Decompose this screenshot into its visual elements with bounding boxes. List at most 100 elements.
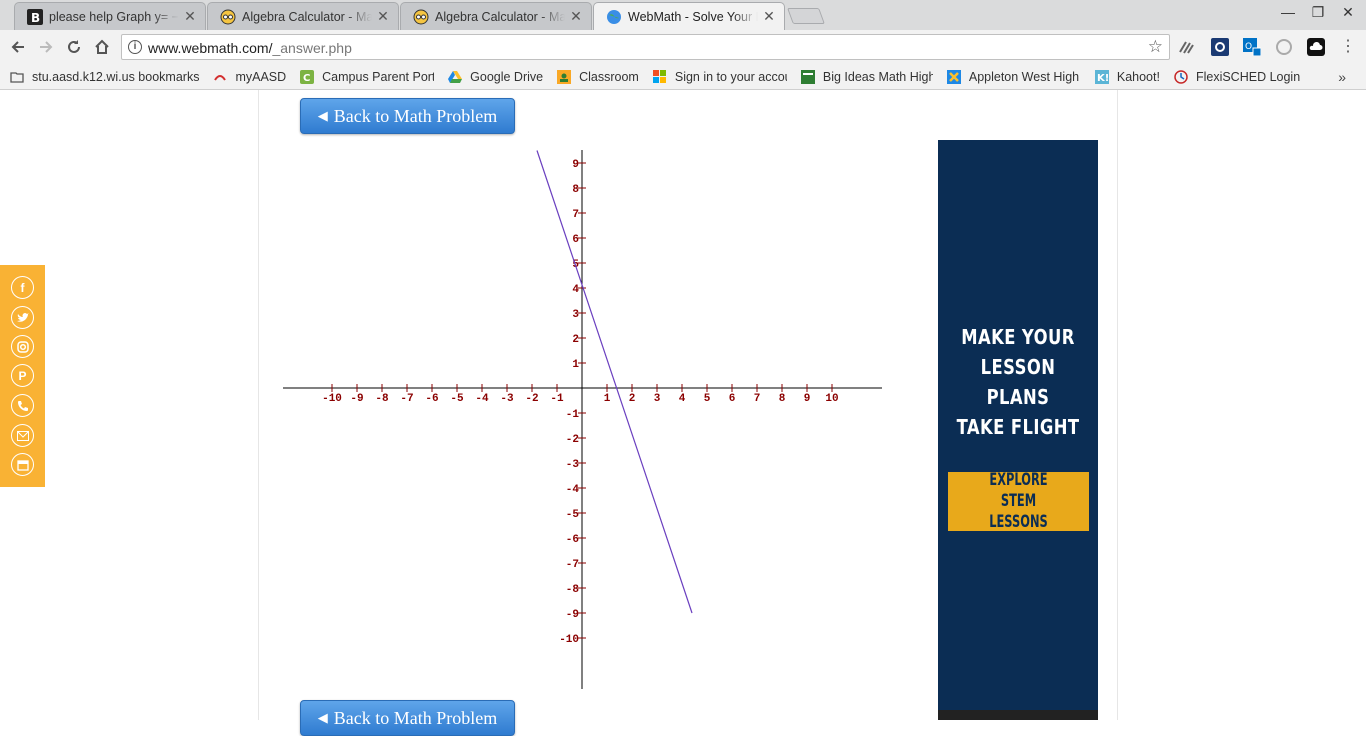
microsoft-icon — [652, 69, 666, 83]
phone-icon[interactable] — [11, 394, 34, 417]
close-icon[interactable]: ✕ — [183, 8, 197, 25]
x-tick-label: 5 — [704, 393, 711, 405]
kahoot-icon: K! — [1094, 69, 1109, 84]
more-bookmarks-icon[interactable]: » — [1338, 69, 1346, 85]
advertisement[interactable]: MAKE YOUR LESSON PLANS TAKE FLIGHT EXPLO… — [938, 140, 1098, 720]
tab-title: please help Graph y= −3 — [49, 9, 179, 24]
bookmark-item[interactable]: myAASD — [213, 70, 286, 84]
y-tick-label: 6 — [572, 234, 579, 246]
reload-icon[interactable] — [65, 38, 83, 56]
globe-icon — [607, 9, 621, 24]
x-tick-label: 10 — [825, 393, 838, 405]
close-icon[interactable]: ✕ — [376, 8, 390, 25]
cloud-icon[interactable] — [1307, 38, 1325, 56]
new-tab-button[interactable] — [787, 8, 825, 24]
social-share-bar: f P — [0, 265, 45, 487]
bookmark-item[interactable]: Google Drive — [448, 70, 543, 84]
pinterest-icon[interactable]: P — [11, 364, 34, 387]
x-tick-label: -2 — [525, 393, 538, 405]
back-to-math-problem-button[interactable]: ◀ Back to Math Problem — [300, 98, 515, 134]
bookmarks-bar: stu.aasd.k12.wi.us bookmarks myAASD C Ca… — [0, 64, 1366, 90]
y-tick-label: -4 — [566, 484, 580, 496]
info-icon[interactable]: i — [128, 40, 142, 54]
y-tick-label: 9 — [572, 159, 579, 171]
campus-icon: C — [300, 69, 315, 84]
browser-toolbar: i www.webmath.com/_answer.php ☆ O ⋮ — [0, 30, 1366, 64]
tab-title: Algebra Calculator - Mat — [435, 9, 565, 24]
minimize-icon[interactable]: — — [1273, 4, 1303, 20]
bookmark-item[interactable]: Big Ideas Math High — [800, 69, 933, 84]
bookmark-item[interactable]: Sign in to your accou — [652, 69, 787, 84]
line-graph: -10 -9 -8 -7 -6 -5 -4 -3 -2 -1 1 2 3 4 5 6 7 8 9 1098765432… — [283, 150, 882, 689]
tab-title: Algebra Calculator - Mat — [242, 9, 372, 24]
y-tick-label: -2 — [566, 434, 579, 446]
x-tick-label: 8 — [779, 393, 786, 405]
x-tick-label: -7 — [400, 393, 413, 405]
svg-text:B: B — [31, 11, 40, 25]
x-tick-label: -1 — [550, 393, 564, 405]
address-bar[interactable]: i www.webmath.com/_answer.php ☆ — [121, 34, 1170, 60]
y-tick-label: 8 — [572, 184, 579, 196]
x-tick-label: 9 — [804, 393, 811, 405]
x-tick-label: -6 — [425, 393, 438, 405]
back-to-math-problem-button-bottom[interactable]: ◀ Back to Math Problem — [300, 700, 515, 736]
back-arrow-icon[interactable] — [9, 38, 27, 56]
bigideas-icon — [800, 69, 815, 84]
email-icon[interactable] — [11, 424, 34, 447]
x-tick-label: 7 — [754, 393, 761, 405]
bookmark-item[interactable]: Appleton West High — [946, 69, 1081, 84]
tab-webmath[interactable]: WebMath - Solve Your M ✕ — [593, 2, 785, 30]
x-tick-label: 2 — [629, 393, 636, 405]
extension-grey-icon[interactable] — [1275, 38, 1293, 56]
tab-strip: B please help Graph y= −3 ✕ Algebra Calc… — [0, 0, 1366, 30]
svg-text:O: O — [1245, 42, 1252, 52]
bookmark-item[interactable]: stu.aasd.k12.wi.us bookmarks — [10, 70, 199, 84]
folder-icon — [10, 71, 24, 83]
ad-footer — [938, 710, 1098, 720]
ad-headline: MAKE YOUR LESSON PLANS TAKE FLIGHT — [956, 325, 1080, 439]
x-tick-label: 1 — [604, 393, 611, 405]
calendar-icon[interactable] — [11, 453, 34, 476]
bookmark-star-icon[interactable]: ☆ — [1148, 37, 1163, 57]
extension-grid-icon[interactable] — [1178, 38, 1196, 56]
close-icon[interactable]: ✕ — [569, 8, 583, 25]
svg-text:C: C — [303, 73, 310, 84]
bookmark-item[interactable]: C Campus Parent Port — [300, 69, 434, 84]
bookmark-item[interactable]: FlexiSCHED Login — [1174, 70, 1300, 84]
y-tick-label: 2 — [572, 334, 579, 346]
instagram-icon[interactable] — [11, 335, 34, 358]
y-tick-label: -3 — [566, 459, 580, 471]
y-tick-label: -8 — [566, 584, 580, 596]
outlook-icon[interactable]: O — [1243, 38, 1261, 56]
myaasd-icon — [214, 74, 227, 81]
home-icon[interactable] — [93, 38, 111, 56]
tab-algebra-1[interactable]: Algebra Calculator - Mat ✕ — [207, 2, 399, 30]
twitter-icon[interactable] — [11, 306, 34, 329]
y-tick-label: -9 — [566, 609, 579, 621]
series-line — [536, 150, 693, 614]
extension-blue-icon[interactable] — [1211, 38, 1229, 56]
y-tick-label: -10 — [559, 634, 579, 646]
x-tick-label: -4 — [475, 393, 489, 405]
algebra-calculator-icon — [413, 9, 429, 24]
drive-icon — [448, 70, 463, 83]
y-tick-label: -5 — [566, 509, 580, 521]
tab-algebra-2[interactable]: Algebra Calculator - Mat ✕ — [400, 2, 592, 30]
bookmark-item[interactable]: Classroom — [557, 69, 639, 84]
menu-icon[interactable]: ⋮ — [1339, 38, 1357, 56]
bookmark-item[interactable]: K! Kahoot! — [1094, 69, 1160, 84]
x-tick-label: -10 — [322, 393, 342, 405]
x-tick-label: 6 — [729, 393, 736, 405]
forward-arrow-icon[interactable] — [37, 38, 55, 56]
left-triangle-icon: ◀ — [317, 108, 328, 123]
facebook-icon[interactable]: f — [11, 276, 34, 299]
tab-brainly[interactable]: B please help Graph y= −3 ✕ — [14, 2, 206, 30]
restore-icon[interactable]: ❐ — [1303, 4, 1333, 21]
brainly-icon: B — [27, 8, 43, 25]
explore-stem-lessons-button[interactable]: EXPLORE STEM LESSONS — [948, 470, 1089, 532]
window-close-icon[interactable]: ✕ — [1333, 4, 1363, 21]
close-icon[interactable]: ✕ — [762, 8, 776, 25]
tab-title: WebMath - Solve Your M — [628, 9, 758, 24]
x-tick-label: -9 — [350, 393, 363, 405]
url-text[interactable]: www.webmath.com/_answer.php — [148, 40, 352, 56]
